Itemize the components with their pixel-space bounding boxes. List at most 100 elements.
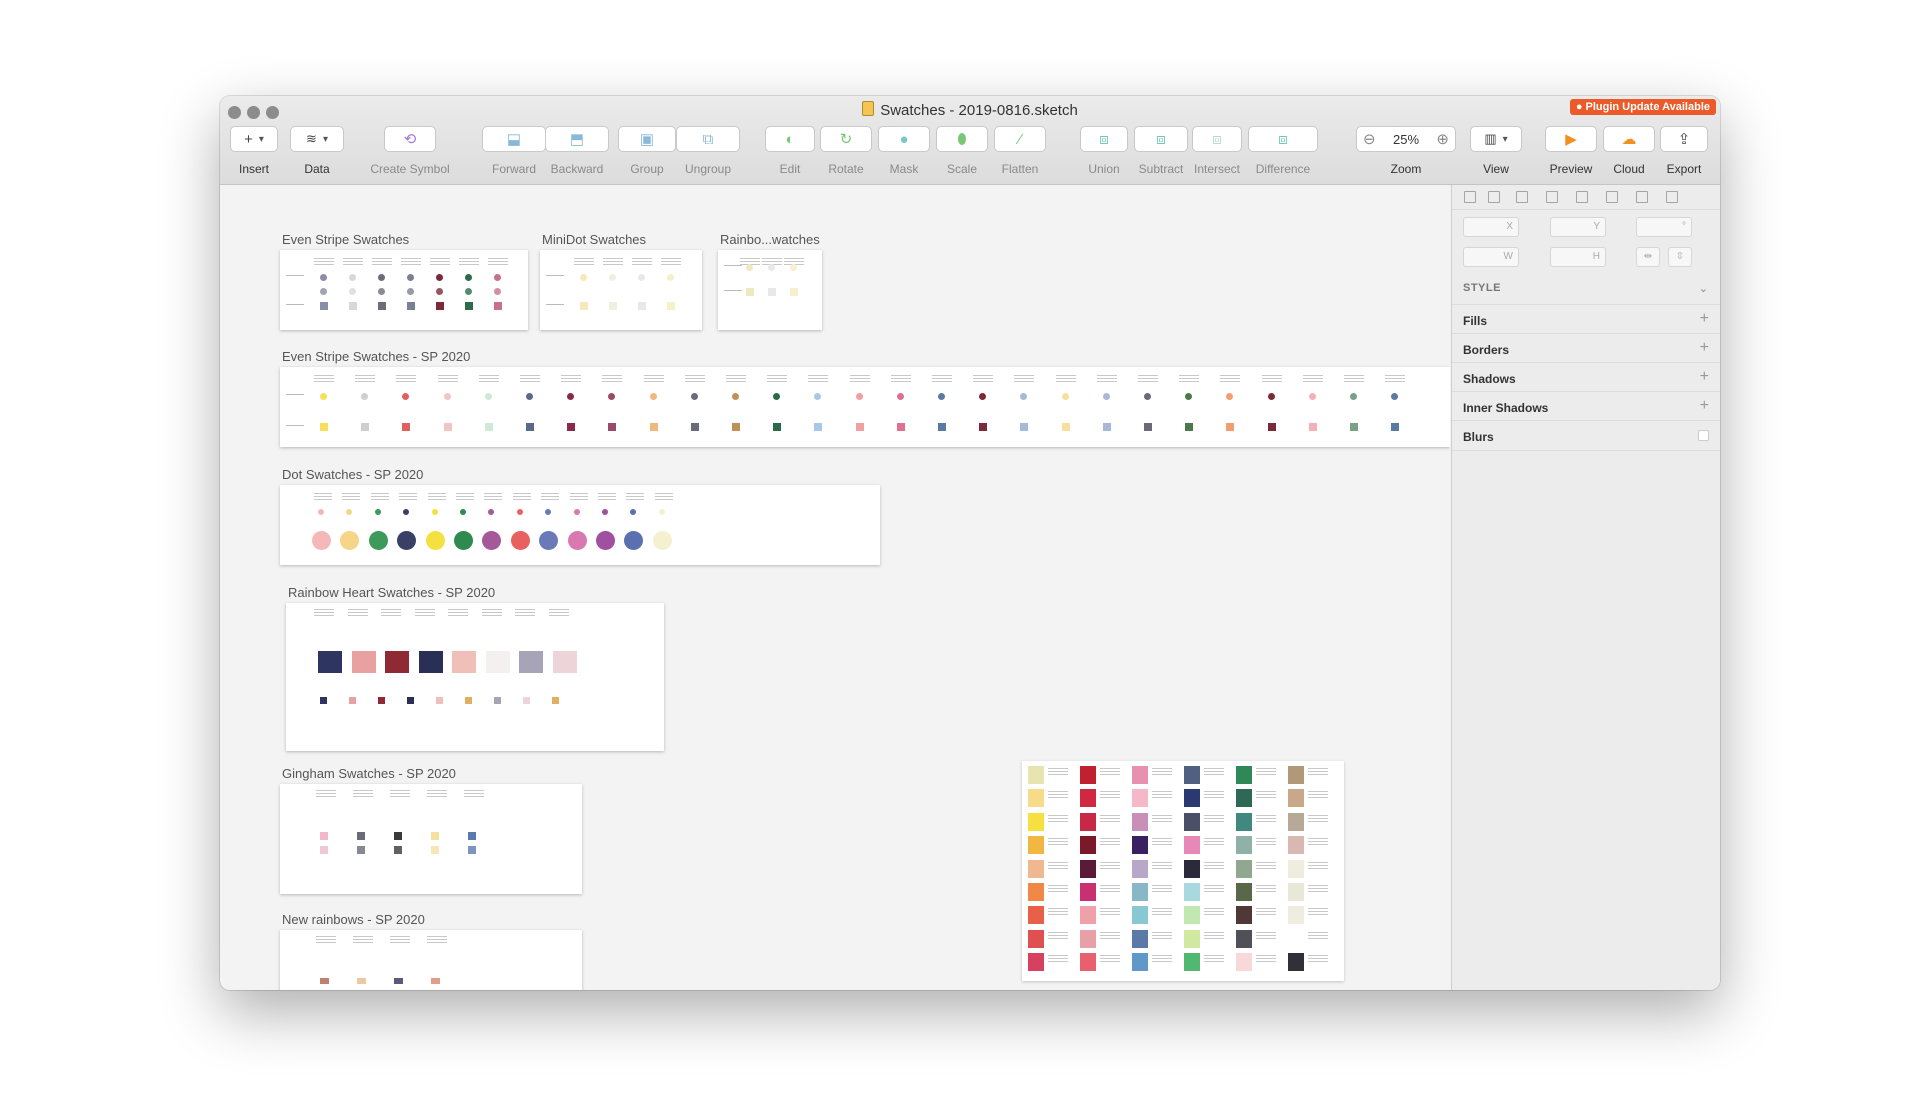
artboard-new-rainbows[interactable] bbox=[280, 930, 582, 990]
align-center-horizontal-icon[interactable] bbox=[1546, 191, 1558, 203]
insert-button[interactable]: + ▾ bbox=[230, 126, 278, 152]
caption-line bbox=[762, 258, 782, 259]
distribute-horizontal-icon[interactable] bbox=[1464, 191, 1476, 203]
artboard-title-new-rainbows[interactable]: New rainbows - SP 2020 bbox=[282, 912, 425, 927]
preview-button[interactable]: ▶ bbox=[1545, 126, 1597, 152]
chevron-down-icon[interactable]: ⌄ bbox=[1699, 282, 1708, 295]
subtract-button[interactable]: ⧈ bbox=[1134, 126, 1188, 152]
export-button[interactable]: ⇪ bbox=[1660, 126, 1708, 152]
group-button[interactable]: ▣ bbox=[618, 126, 676, 152]
plugin-update-badge[interactable]: ● Plugin Update Available bbox=[1569, 99, 1716, 115]
data-button[interactable]: ≋ ▾ bbox=[290, 126, 344, 152]
edit-button[interactable]: ◐ bbox=[765, 126, 815, 152]
flatten-button[interactable]: ⁄ bbox=[994, 126, 1046, 152]
caption-line bbox=[437, 378, 458, 379]
artboard-title-even-stripe[interactable]: Even Stripe Swatches bbox=[282, 232, 409, 247]
distribute-vertical-icon[interactable] bbox=[1488, 191, 1500, 203]
caption-line bbox=[1204, 955, 1224, 957]
blur-checkbox[interactable] bbox=[1698, 430, 1709, 441]
caption-line bbox=[1048, 797, 1068, 799]
create-symbol-button[interactable]: ⟲ bbox=[384, 126, 436, 152]
width-field[interactable]: W bbox=[1463, 247, 1519, 267]
zoom-in-icon[interactable]: ⊕ bbox=[1436, 130, 1449, 148]
cloud-button[interactable]: ☁ bbox=[1603, 126, 1655, 152]
add-fill-icon[interactable]: + bbox=[1700, 310, 1709, 328]
caption-line bbox=[427, 493, 446, 494]
height-field[interactable]: H bbox=[1550, 247, 1606, 267]
view-button[interactable]: ▥ ▾ bbox=[1470, 126, 1522, 152]
palette-color-chip bbox=[1236, 929, 1252, 948]
artboard-rainbow[interactable] bbox=[718, 250, 822, 330]
mask-button[interactable]: ● bbox=[878, 126, 930, 152]
artboard-dot-sp[interactable] bbox=[280, 485, 880, 565]
caption-line bbox=[342, 493, 361, 494]
forward-button[interactable]: ⬓ bbox=[482, 126, 546, 152]
zoom-out-icon[interactable]: ⊖ bbox=[1363, 130, 1376, 148]
scale-button[interactable]: ⬮ bbox=[936, 126, 988, 152]
caption-line bbox=[1048, 838, 1068, 840]
x-field[interactable]: X bbox=[1463, 217, 1519, 237]
artboard-gingham-sp[interactable] bbox=[280, 784, 582, 894]
align-bottom-icon[interactable] bbox=[1666, 191, 1678, 203]
align-right-icon[interactable] bbox=[1576, 191, 1588, 203]
intersect-button[interactable]: ⧈ bbox=[1192, 126, 1242, 152]
artboard-title-even-stripe-sp[interactable]: Even Stripe Swatches - SP 2020 bbox=[282, 349, 470, 364]
preview-label: Preview bbox=[1549, 162, 1593, 176]
ungroup-button[interactable]: ⧉ bbox=[676, 126, 740, 152]
rotate-button[interactable]: ↻ bbox=[820, 126, 872, 152]
caption-line bbox=[1204, 914, 1224, 916]
artboard-heart-sp[interactable] bbox=[286, 603, 664, 751]
artboard-even-stripe-sp[interactable] bbox=[280, 367, 1450, 447]
add-inner-shadow-icon[interactable]: + bbox=[1700, 397, 1709, 415]
artboard-title-gingham-sp[interactable]: Gingham Swatches - SP 2020 bbox=[282, 766, 456, 781]
play-icon: ▶ bbox=[1565, 131, 1577, 148]
shadows-section[interactable]: Shadows + bbox=[1452, 362, 1720, 392]
pattern-swatch bbox=[1185, 423, 1194, 431]
caption-line bbox=[314, 261, 334, 262]
rotation-field[interactable]: ° bbox=[1636, 217, 1692, 237]
union-button[interactable]: ⧈ bbox=[1080, 126, 1128, 152]
artboard-title-minidot[interactable]: MiniDot Swatches bbox=[542, 232, 646, 247]
artboard-title-heart-sp[interactable]: Rainbow Heart Swatches - SP 2020 bbox=[288, 585, 495, 600]
dot-pattern-swatch bbox=[510, 531, 530, 550]
blurs-section[interactable]: Blurs bbox=[1452, 420, 1720, 451]
color-palette-artboard[interactable] bbox=[1022, 761, 1344, 981]
artboard-even-stripe[interactable] bbox=[280, 250, 528, 330]
caption-line bbox=[973, 378, 994, 379]
chevron-down-icon: ▾ bbox=[258, 133, 264, 145]
pattern-swatch bbox=[320, 423, 328, 431]
zoom-value: 25% bbox=[1392, 131, 1420, 147]
caption-line bbox=[1256, 888, 1276, 889]
borders-section[interactable]: Borders + bbox=[1452, 333, 1720, 363]
caption-line bbox=[459, 261, 479, 262]
add-shadow-icon[interactable]: + bbox=[1700, 368, 1709, 386]
align-middle-icon[interactable] bbox=[1636, 191, 1648, 203]
caption-line bbox=[1100, 867, 1120, 869]
backward-button[interactable]: ⬒ bbox=[545, 126, 609, 152]
caption-line bbox=[1100, 841, 1120, 843]
palette-color-chip bbox=[1184, 953, 1200, 972]
artboard-title-dot-sp[interactable]: Dot Swatches - SP 2020 bbox=[282, 467, 423, 482]
add-border-icon[interactable]: + bbox=[1700, 339, 1709, 357]
color-dot-swatch bbox=[855, 393, 863, 400]
palette-color-chip bbox=[1132, 812, 1148, 831]
artboard-title-rainbow[interactable]: Rainbo...watches bbox=[720, 232, 820, 247]
fills-section[interactable]: Fills + bbox=[1452, 304, 1720, 334]
palette-color-chip bbox=[1028, 929, 1044, 948]
align-left-icon[interactable] bbox=[1516, 191, 1528, 203]
palette-color-chip bbox=[1132, 929, 1148, 948]
zoom-control[interactable]: ⊖ 25% ⊕ bbox=[1356, 126, 1456, 152]
caption-line bbox=[932, 378, 952, 379]
artboard-minidot[interactable] bbox=[540, 250, 702, 330]
inner-shadows-section[interactable]: Inner Shadows + bbox=[1452, 391, 1720, 421]
caption-line bbox=[1152, 931, 1172, 933]
color-dot-swatch bbox=[1350, 393, 1357, 400]
flip-horizontal-icon[interactable]: ⇹ bbox=[1636, 247, 1660, 267]
caption-line bbox=[1385, 378, 1406, 379]
dot-pattern-swatch bbox=[312, 531, 331, 550]
align-top-icon[interactable] bbox=[1606, 191, 1618, 203]
difference-button[interactable]: ⧈ bbox=[1248, 126, 1318, 152]
intersect-label: Intersect bbox=[1193, 162, 1241, 176]
y-field[interactable]: Y bbox=[1550, 217, 1606, 237]
flip-vertical-icon[interactable]: ⇳ bbox=[1668, 247, 1692, 267]
